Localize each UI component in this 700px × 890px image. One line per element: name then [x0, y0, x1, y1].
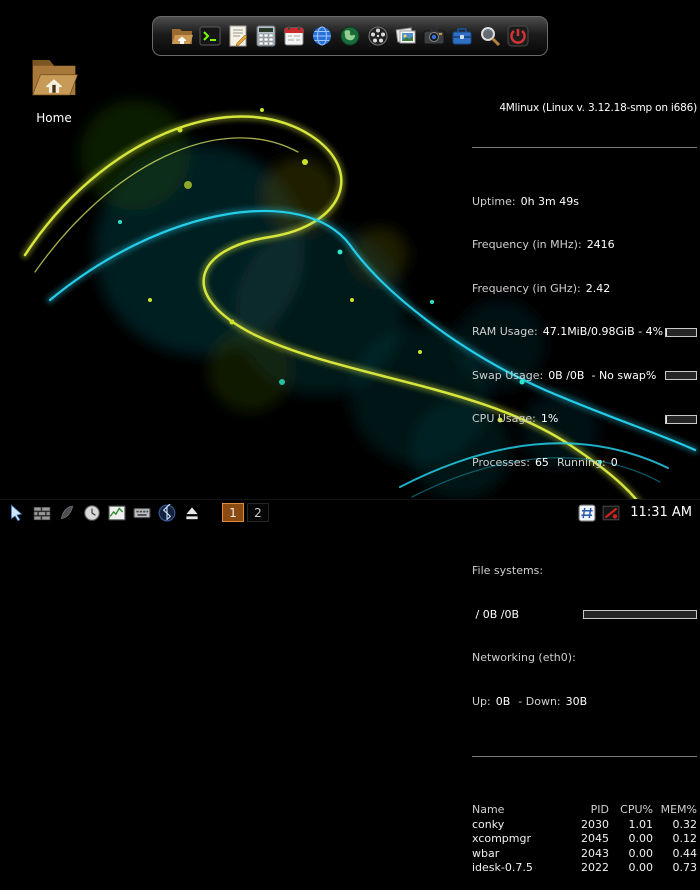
recorder-icon[interactable] — [602, 504, 620, 522]
image-viewer-icon[interactable] — [394, 24, 418, 48]
hash-app-icon[interactable] — [578, 504, 596, 522]
process-name: idesk-0.7.5 — [472, 861, 533, 874]
process-mem: 0.12 — [672, 832, 698, 845]
col-mem: MEM% — [660, 803, 697, 816]
workspace-2[interactable]: 2 — [247, 503, 269, 522]
networking-header: Networking (eth0): — [472, 651, 576, 664]
process-mem: 0.44 — [672, 846, 698, 860]
home-desktop-icon[interactable]: Home — [16, 50, 92, 125]
home-icon-label: Home — [36, 111, 72, 125]
fs-bar — [583, 610, 697, 620]
firewall-icon[interactable] — [33, 504, 51, 522]
conky-monitor: 4Mlinux (Linux v. 3.12.18-smp on i686) U… — [472, 72, 697, 890]
system-tray: 11:31 AM — [578, 504, 692, 522]
filesystems-header: File systems: — [472, 564, 544, 577]
desktop: { "desktop": { "home_label": "Home" }, "… — [0, 0, 700, 874]
process-pid: 2045 — [581, 832, 609, 845]
taskbar: 1 2 11:31 AM — [0, 499, 700, 525]
bluetooth-icon[interactable] — [158, 503, 176, 522]
ram-row: RAM Usage: 47.1MiB/0.98GiB - 4% — [472, 325, 697, 340]
process-mem: 0.73 — [672, 861, 698, 874]
terminal-icon[interactable] — [198, 24, 222, 48]
fs-root-row: / 0B /0B — [472, 608, 697, 623]
col-cpu: CPU% — [620, 803, 653, 816]
ram-bar — [665, 327, 697, 337]
col-name: Name — [472, 803, 505, 816]
media-player-icon[interactable] — [366, 24, 390, 48]
workspace-pager: 1 2 — [222, 503, 269, 522]
dock — [152, 16, 548, 56]
mouse-config-icon[interactable] — [8, 503, 26, 522]
process-cpu: 1.01 — [628, 817, 654, 831]
process-cpu: 0.00 — [628, 846, 654, 860]
camera-icon[interactable] — [422, 24, 446, 48]
swap-bar — [665, 371, 697, 381]
process-cpu: 0.00 — [628, 861, 654, 874]
process-mem: 0.32 — [672, 817, 698, 831]
dock-config-icon[interactable] — [58, 504, 76, 522]
web-browser-icon[interactable] — [310, 24, 334, 48]
search-icon[interactable] — [478, 24, 502, 48]
quit-icon[interactable] — [506, 24, 530, 48]
process-name: xcompmgr — [472, 832, 532, 845]
taskbar-clock: 11:31 AM — [630, 505, 692, 520]
freq-ghz-row: Frequency (in GHz): 2.42 — [472, 281, 611, 295]
home-folder-icon — [32, 60, 79, 96]
network-row: Up: 0B - Down: 30B — [472, 694, 588, 708]
process-pid: 2030 — [581, 817, 609, 831]
divider — [472, 147, 697, 148]
calendar-icon[interactable] — [282, 24, 306, 48]
cpu-bar — [665, 414, 697, 424]
swap-row: Swap Usage: 0B /0B - No swap% — [472, 369, 697, 384]
system-monitor-icon[interactable] — [108, 504, 126, 522]
process-cpu: 0.00 — [628, 832, 654, 845]
network-globe-icon[interactable] — [338, 24, 362, 48]
freq-mhz-row: Frequency (in MHz): 2416 — [472, 238, 615, 251]
process-table: Name PID CPU% MEM% conky 2030 1.01 0.32 … — [472, 803, 697, 876]
calculator-icon[interactable] — [254, 24, 278, 48]
workspace-1[interactable]: 1 — [222, 503, 244, 522]
uptime-row: Uptime: 0h 3m 49s — [472, 194, 579, 208]
col-pid: PID — [590, 803, 609, 816]
process-name: conky — [472, 817, 505, 831]
process-pid: 2022 — [581, 861, 609, 874]
divider — [472, 755, 697, 757]
process-name: wbar — [472, 846, 500, 860]
eject-icon[interactable] — [183, 504, 201, 522]
conky-title: 4Mlinux (Linux v. 3.12.18-smp on i686) — [499, 102, 697, 114]
keyboard-icon[interactable] — [133, 504, 151, 522]
clock-icon[interactable] — [83, 504, 101, 522]
process-pid: 2043 — [581, 846, 609, 860]
cpu-row: CPU Usage: 1% — [472, 412, 697, 427]
file-manager-icon[interactable] — [170, 24, 194, 48]
archive-manager-icon[interactable] — [450, 24, 474, 48]
processes-row: Processes: 65 Running: 0 — [472, 455, 618, 469]
text-editor-icon[interactable] — [226, 24, 250, 48]
